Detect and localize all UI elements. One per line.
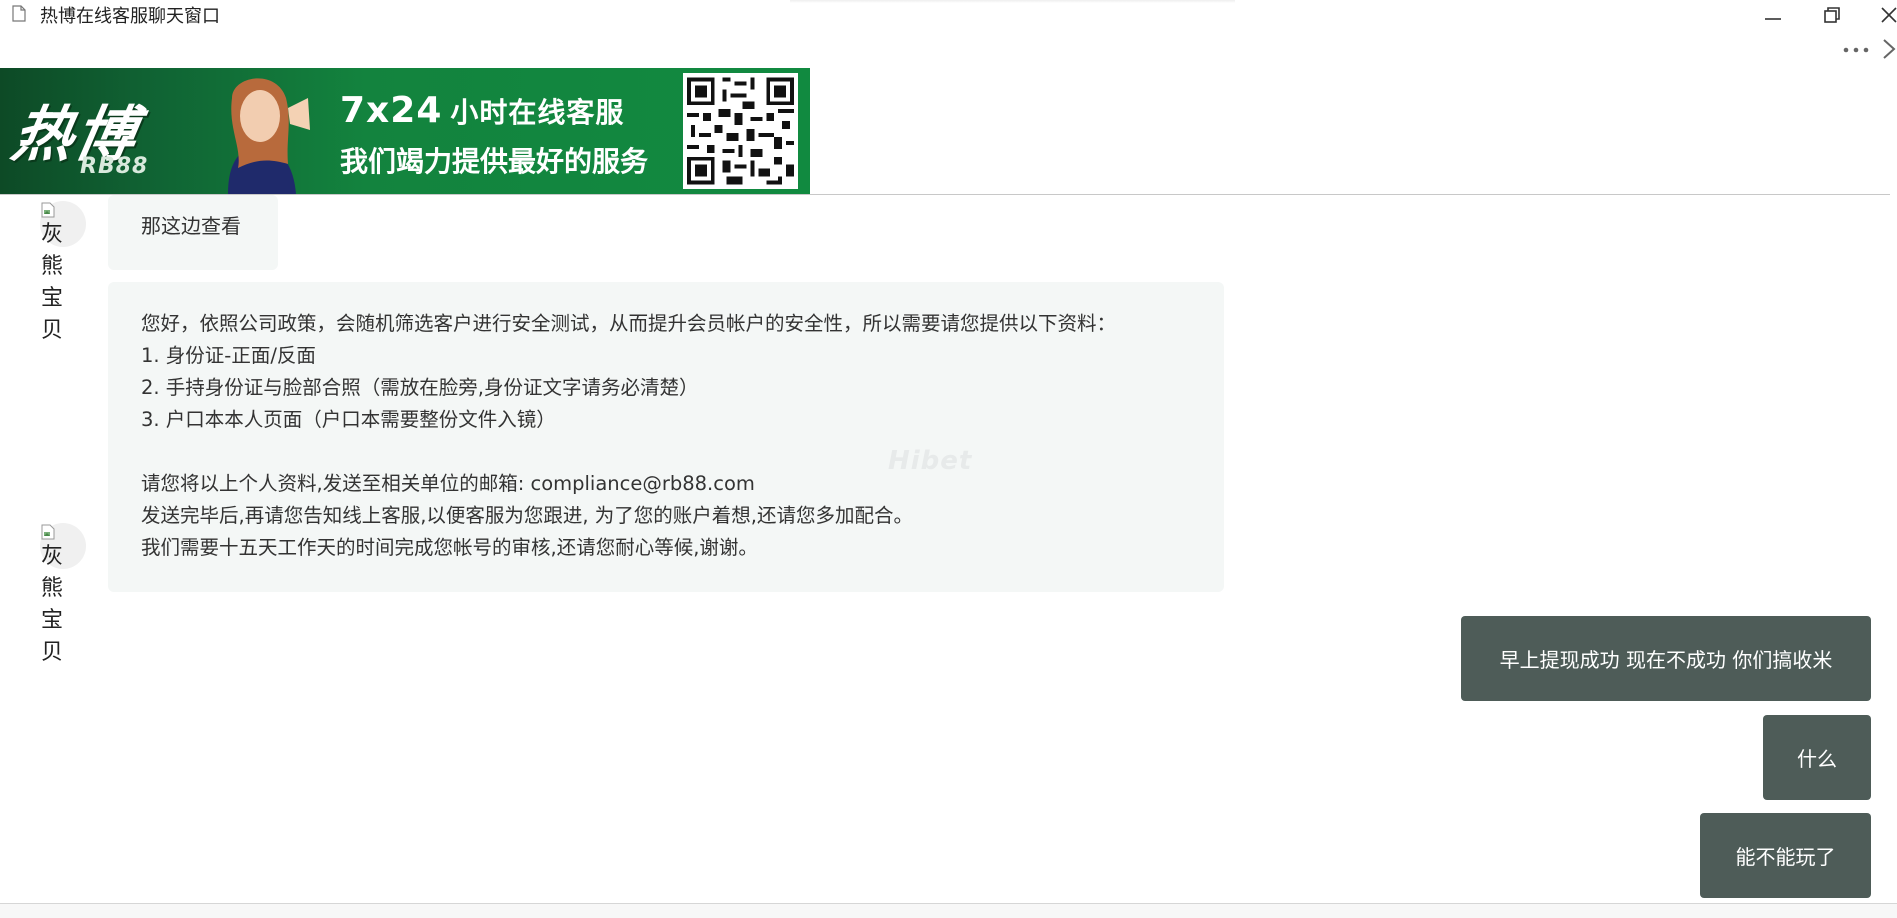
broken-image-icon xyxy=(41,202,55,218)
restore-icon xyxy=(1824,7,1840,23)
brand-logo-sub: RB88 xyxy=(80,154,149,179)
expand-button[interactable] xyxy=(1880,36,1897,62)
window-title: 热博在线客服聊天窗口 xyxy=(40,6,220,27)
promo-banner: 热博 RB88 7x24 小时在线客服 我们竭力提供最好的服务 xyxy=(0,68,810,194)
close-icon xyxy=(1881,7,1897,23)
tab-shadow xyxy=(790,0,1235,3)
message-text: 那这边查看 xyxy=(141,214,241,238)
message-text: 早上提现成功 现在不成功 你们搞收米 xyxy=(1499,648,1833,672)
banner-tagline: 我们竭力提供最好的服务 xyxy=(340,145,649,178)
more-options-button[interactable] xyxy=(1840,38,1874,62)
more-horizontal-icon xyxy=(1843,47,1869,53)
restore-button[interactable] xyxy=(1807,0,1857,30)
message-input-area[interactable] xyxy=(0,904,1897,918)
broken-image-icon xyxy=(41,524,55,540)
user-message: 能不能玩了 xyxy=(1700,813,1871,898)
agent-message: 您好，依照公司政策，会随机筛选客户进行安全测试，从而提升会员帐户的安全性，所以需… xyxy=(108,282,1224,592)
minimize-button[interactable] xyxy=(1748,0,1798,30)
minimize-icon xyxy=(1765,18,1781,20)
message-line: 3. 户口本本人页面（户口本需要整份文件入镜） xyxy=(141,408,556,431)
qr-code-icon xyxy=(683,73,798,189)
message-text: 您好，依照公司政策，会随机筛选客户进行安全测试，从而提升会员帐户的安全性，所以需… xyxy=(141,308,1116,564)
agent-avatar: 灰熊宝贝 xyxy=(40,523,86,673)
host-portrait-icon xyxy=(228,78,310,194)
agent-message: 那这边查看 xyxy=(108,195,278,270)
chevron-right-icon xyxy=(1883,39,1896,59)
banner-headline-number: 7x24 xyxy=(340,90,443,131)
close-button[interactable] xyxy=(1864,0,1897,30)
message-line: 1. 身份证-正面/反面 xyxy=(141,344,316,367)
message-line: 发送完毕后,再请您告知线上客服,以便客服为您跟进, 为了您的账户着想,还请您多加… xyxy=(141,504,913,527)
agent-avatar: 灰熊宝贝 xyxy=(40,201,86,351)
banner-headline: 7x24 小时在线客服 xyxy=(340,90,624,131)
message-line: 我们需要十五天工作天的时间完成您帐号的审核,还请您耐心等候,谢谢。 xyxy=(141,536,758,559)
title-bar: 热博在线客服聊天窗口 xyxy=(0,0,1897,30)
banner-divider xyxy=(0,194,1890,195)
avatar-alt-text: 灰熊宝贝 xyxy=(41,544,64,665)
message-text: 能不能玩了 xyxy=(1735,845,1836,869)
document-icon xyxy=(12,5,26,22)
banner-headline-text: 小时在线客服 xyxy=(450,96,625,129)
message-line: 2. 手持身份证与脸部合照（需放在脸旁,身份证文字请务必清楚） xyxy=(141,376,699,399)
message-text: 什么 xyxy=(1797,747,1837,771)
chat-window: 热博在线客服聊天窗口 热博 RB88 7x24 小时在线客服 我们竭力提供最好的… xyxy=(0,0,1897,918)
message-line: 您好，依照公司政策，会随机筛选客户进行安全测试，从而提升会员帐户的安全性，所以需… xyxy=(141,312,1117,335)
user-message: 早上提现成功 现在不成功 你们搞收米 xyxy=(1461,616,1871,701)
avatar-alt-text: 灰熊宝贝 xyxy=(41,222,64,343)
user-message: 什么 xyxy=(1763,715,1871,800)
watermark-logo: Hibet xyxy=(888,446,973,476)
